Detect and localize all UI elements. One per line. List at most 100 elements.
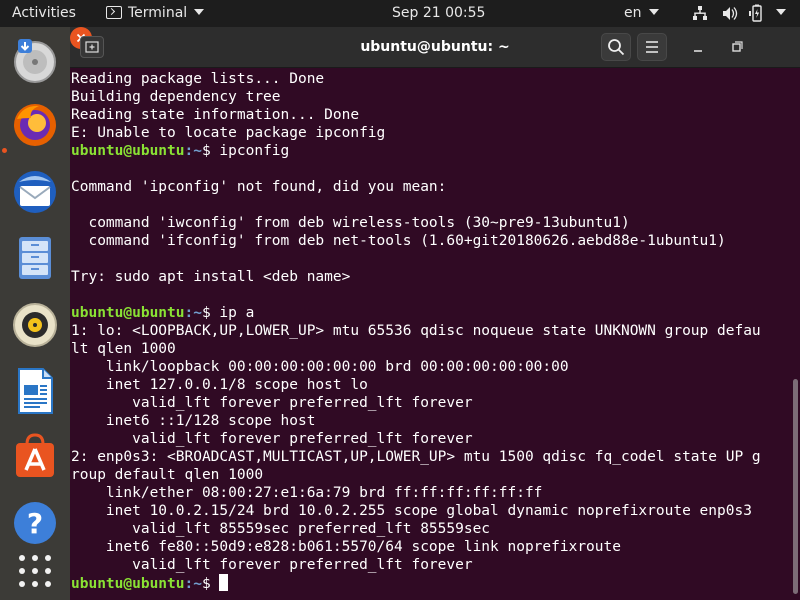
line-text (211, 576, 220, 592)
prompt-line: ubuntu@ubuntu:~$ ip a (71, 304, 800, 322)
prompt-path: :~ (184, 576, 202, 592)
network-icon[interactable] (692, 0, 708, 27)
volume-icon[interactable] (722, 0, 738, 27)
output-line: 2: enp0s3: <BROADCAST,MULTICAST,UP,LOWER… (71, 448, 800, 466)
output-line: link/loopback 00:00:00:00:00:00 brd 00:0… (71, 358, 800, 376)
output-line: valid_lft forever preferred_lft forever (71, 430, 800, 448)
output-line: inet 10.0.2.15/24 brd 10.0.2.255 scope g… (71, 502, 800, 520)
minimize-button[interactable] (683, 33, 713, 61)
system-menu-button[interactable] (776, 0, 786, 27)
ubuntu-software-icon[interactable] (9, 430, 61, 482)
line-text: Try: sudo apt install <deb name> (71, 269, 351, 285)
new-tab-button[interactable] (80, 36, 104, 58)
chevron-down-icon (648, 9, 659, 15)
software-updater-icon[interactable] (9, 35, 61, 87)
line-text: Reading state information... Done (71, 107, 360, 123)
prompt-user: ubuntu@ubuntu (71, 305, 185, 321)
text-cursor (219, 574, 229, 591)
line-text: 2: enp0s3: <BROADCAST,MULTICAST,UP,LOWER… (71, 449, 761, 465)
libreoffice-writer-icon[interactable] (9, 365, 61, 417)
output-line: Try: sudo apt install <deb name> (71, 268, 800, 286)
terminal-app-icon (106, 6, 122, 19)
prompt-line: ubuntu@ubuntu:~$ (71, 574, 800, 592)
maximize-button[interactable] (721, 33, 751, 61)
chevron-down-icon (776, 9, 786, 15)
output-line: command 'iwconfig' from deb wireless-too… (71, 214, 800, 232)
line-text: link/ether 08:00:27:e1:6a:79 brd ff:ff:f… (71, 485, 543, 501)
line-text: lt qlen 1000 (71, 341, 176, 357)
help-icon[interactable]: ? (9, 497, 61, 549)
line-text: inet6 ::1/128 scope host (71, 413, 316, 429)
app-menu-terminal[interactable]: Terminal (106, 0, 205, 27)
output-line: 1: lo: <LOOPBACK,UP,LOWER_UP> mtu 65536 … (71, 322, 800, 340)
output-line: E: Unable to locate package ipconfig (71, 124, 800, 142)
output-line: link/ether 08:00:27:e1:6a:79 brd ff:ff:f… (71, 484, 800, 502)
dock: ? (0, 27, 70, 600)
firefox-icon[interactable] (9, 99, 61, 151)
output-line: roup default qlen 1000 (71, 466, 800, 484)
line-text: link/loopback 00:00:00:00:00:00 brd 00:0… (71, 359, 569, 375)
prompt-path: :~ (184, 143, 202, 159)
rhythmbox-icon[interactable] (9, 299, 61, 351)
line-text: command 'ifconfig' from deb net-tools (1… (71, 233, 726, 249)
clock[interactable]: Sep 21 00:55 (392, 0, 485, 27)
prompt-symbol: $ (201, 143, 211, 159)
svg-text:?: ? (27, 507, 43, 540)
output-line: inet6 ::1/128 scope host (71, 412, 800, 430)
maximize-icon (732, 41, 743, 52)
minimize-icon (694, 50, 702, 52)
menu-button[interactable] (637, 33, 667, 61)
title-bar[interactable]: ubuntu@ubuntu: ~ (70, 27, 800, 68)
hamburger-icon (646, 41, 658, 53)
thunderbird-icon[interactable] (9, 166, 61, 218)
output-line: inet 127.0.0.1/8 scope host lo (71, 376, 800, 394)
line-text: 1: lo: <LOOPBACK,UP,LOWER_UP> mtu 65536 … (71, 323, 761, 339)
output-line: command 'ifconfig' from deb net-tools (1… (71, 232, 800, 250)
line-text: valid_lft forever preferred_lft forever (71, 395, 473, 411)
line-text: ipconfig (210, 143, 290, 159)
search-icon (608, 39, 625, 56)
line-text: Building dependency tree (71, 89, 281, 105)
output-line: Building dependency tree (71, 88, 800, 106)
line-text: inet6 fe80::50d9:e828:b061:5570/64 scope… (71, 539, 621, 555)
output-line: inet6 fe80::50d9:e828:b061:5570/64 scope… (71, 538, 800, 556)
line-text: ip a (210, 305, 255, 321)
top-bar: Activities Terminal Sep 21 00:55 en (0, 0, 800, 27)
line-text: command 'iwconfig' from deb wireless-too… (71, 215, 630, 231)
line-text: inet 10.0.2.15/24 brd 10.0.2.255 scope g… (71, 503, 752, 519)
line-text: valid_lft forever preferred_lft forever (71, 557, 473, 573)
line-text: roup default qlen 1000 (71, 467, 264, 483)
files-icon[interactable] (9, 232, 61, 284)
prompt-line: ubuntu@ubuntu:~$ ipconfig (71, 142, 800, 160)
line-text: inet 127.0.0.1/8 scope host lo (71, 377, 368, 393)
output-line: valid_lft forever preferred_lft forever (71, 556, 800, 574)
show-applications-icon[interactable] (9, 545, 61, 597)
terminal-output[interactable]: Reading package lists... Done Building de… (70, 68, 800, 600)
terminal-window: ubuntu@ubuntu: ~ Reading package lists..… (70, 27, 800, 600)
scrollbar[interactable] (793, 379, 798, 594)
output-line: Reading package lists... Done (71, 70, 800, 88)
language-indicator[interactable]: en (624, 0, 659, 27)
line-text: valid_lft forever preferred_lft forever (71, 431, 473, 447)
output-line: valid_lft forever preferred_lft forever (71, 394, 800, 412)
line-text: E: Unable to locate package ipconfig (71, 125, 386, 141)
prompt-user: ubuntu@ubuntu (71, 143, 185, 159)
prompt-path: :~ (184, 305, 202, 321)
prompt-symbol: $ (201, 305, 211, 321)
activities-button[interactable]: Activities (12, 0, 76, 27)
battery-icon[interactable] (748, 0, 766, 27)
line-text: Reading package lists... Done (71, 71, 325, 87)
output-line: lt qlen 1000 (71, 340, 800, 358)
running-indicator (2, 148, 7, 153)
prompt-symbol: $ (201, 576, 211, 592)
output-line: Reading state information... Done (71, 106, 800, 124)
search-button[interactable] (601, 33, 631, 61)
output-line: valid_lft 85559sec preferred_lft 85559se… (71, 520, 800, 538)
line-text: valid_lft 85559sec preferred_lft 85559se… (71, 521, 491, 537)
output-line: Command 'ipconfig' not found, did you me… (71, 178, 800, 196)
app-menu-label: Terminal (128, 5, 188, 21)
